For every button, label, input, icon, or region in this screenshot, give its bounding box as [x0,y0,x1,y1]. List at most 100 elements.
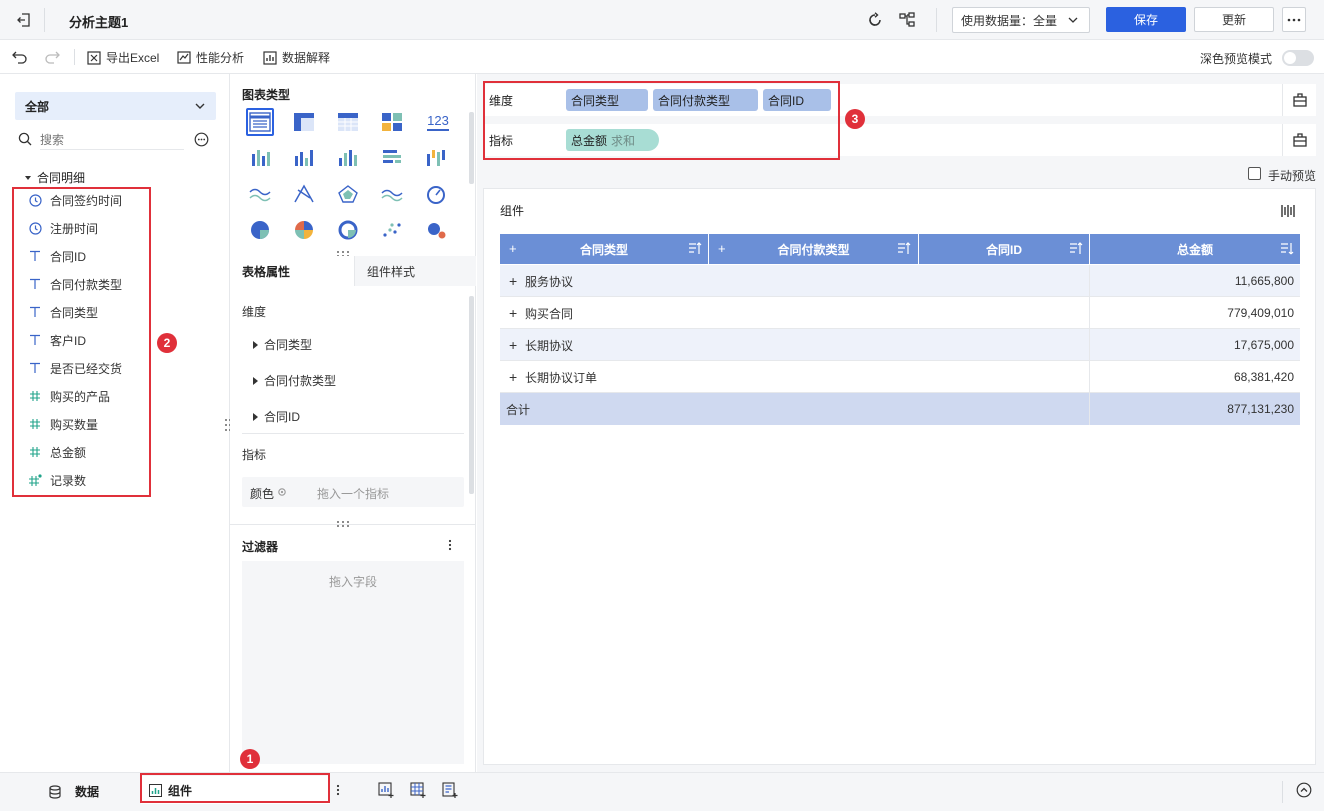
add-component-icon[interactable] [378,782,394,798]
vertical-more-icon[interactable] [448,539,452,551]
rose-chart-icon[interactable] [290,216,318,244]
scope-select[interactable]: 全部 [15,92,216,120]
expand-all-icon[interactable]: + [718,241,726,256]
line-chart-icon[interactable] [246,180,274,208]
detail-table-icon[interactable] [334,108,362,136]
dimension-item[interactable]: 合同付款类型 [252,372,336,389]
field-item[interactable]: 合同类型 [28,301,98,323]
dimension-settings-icon[interactable] [1292,92,1308,108]
total-label: 合计 [506,402,531,417]
donut-chart-icon[interactable] [334,216,362,244]
sort-icon[interactable] [1280,242,1294,255]
column-header[interactable]: 合同ID [919,234,1089,264]
redo-icon[interactable] [44,50,60,64]
dark-mode-toggle[interactable] [1282,50,1314,66]
divider [936,8,937,32]
expand-row-icon[interactable]: + [509,297,517,329]
expand-row-icon[interactable]: + [509,329,517,361]
add-dashboard-icon[interactable] [442,782,458,798]
column-chart-icon[interactable] [290,144,318,172]
field-group[interactable]: 合同明细 [24,169,85,186]
field-search-input[interactable] [40,130,184,150]
custom-chart-icon[interactable] [290,180,318,208]
field-item[interactable]: 客户ID [28,329,86,351]
data-volume-select[interactable]: 使用数据量：全量 [952,7,1090,33]
field-item[interactable]: 合同ID [28,245,86,267]
save-button[interactable]: 保存 [1106,7,1186,32]
dimension-section-title: 维度 [242,305,267,319]
dimension-item[interactable]: 合同ID [252,408,300,425]
text-type-icon [28,249,42,263]
metric-section-title: 指标 [242,448,267,462]
field-item[interactable]: 合同付款类型 [28,273,122,295]
update-button[interactable]: 更新 [1194,7,1274,32]
sort-icon[interactable] [688,242,702,255]
table-row[interactable]: + 长期协议订单 68,381,420 [500,361,1300,393]
collapse-up-icon[interactable] [1296,782,1312,798]
bar-column-chart-icon[interactable] [334,144,362,172]
undo-icon[interactable] [12,50,28,64]
field-item[interactable]: 合同签约时间 [28,189,122,211]
column-settings-icon[interactable] [1281,204,1295,218]
radar-chart-icon[interactable] [334,180,362,208]
column-header[interactable]: + 合同付款类型 [709,234,918,264]
tab-table-properties[interactable]: 表格属性 [230,256,354,287]
field-item[interactable]: 购买数量 [28,413,98,435]
field-item[interactable]: 注册时间 [28,217,98,239]
table-row[interactable]: + 购买合同 779,409,010 [500,297,1300,329]
performance-analysis-button[interactable]: 性能分析 [177,49,244,66]
manual-preview-checkbox[interactable] [1248,167,1261,180]
table-chart-icon[interactable] [246,108,274,136]
pivot-table-icon[interactable] [290,108,318,136]
exit-icon[interactable] [16,12,32,28]
bubble-chart-icon[interactable] [422,216,450,244]
table-row[interactable]: + 长期协议 17,675,000 [500,329,1300,361]
dimension-item-label: 合同付款类型 [264,374,337,388]
scrollbar[interactable] [469,296,474,494]
sort-icon[interactable] [1069,242,1083,255]
data-explain-button[interactable]: 数据解释 [263,49,330,66]
column-header[interactable]: + 合同类型 [500,234,708,264]
vertical-more-icon[interactable] [336,784,340,796]
component-tab[interactable]: 组件 [141,776,330,804]
field-item[interactable]: 购买的产品 [28,385,110,407]
row-amount-cell: 11,665,800 [1234,274,1294,288]
expand-all-icon[interactable]: + [509,241,517,256]
field-item[interactable]: 是否已经交货 [28,357,122,379]
dimension-item[interactable]: 合同类型 [252,336,312,353]
grouped-column-chart-icon[interactable] [246,144,274,172]
add-table-icon[interactable] [410,782,426,798]
data-tab[interactable]: 数据 [48,783,99,800]
dimension-pill[interactable]: 合同付款类型 [653,89,758,111]
table-row[interactable]: + 服务协议 11,665,800 [500,265,1300,297]
dimension-pill[interactable]: 合同ID [763,89,831,111]
tab-component-style[interactable]: 组件样式 [354,256,476,286]
scrollbar[interactable] [469,112,474,184]
column-header[interactable]: 总金额 [1090,234,1300,264]
refresh-icon[interactable] [866,11,884,29]
component-tab-label: 组件 [168,783,193,798]
field-item[interactable]: 记录数 [28,469,86,491]
area-chart-icon[interactable] [378,180,406,208]
more-options-icon[interactable] [194,132,209,147]
filter-drop-zone[interactable]: 拖入字段 [242,561,464,764]
field-item[interactable]: 总金额 [28,441,86,463]
expand-row-icon[interactable]: + [509,361,517,393]
column-header-label: 总金额 [1176,242,1213,257]
pie-chart-icon[interactable] [246,216,274,244]
gauge-chart-icon[interactable] [422,180,450,208]
color-metric-row[interactable]: 颜色 拖入一个指标 [242,477,464,507]
sort-icon[interactable] [897,242,911,255]
scatter-chart-icon[interactable] [378,216,406,244]
lineage-icon[interactable] [898,11,916,29]
more-button[interactable] [1282,7,1306,32]
horizontal-bar-chart-icon[interactable] [378,144,406,172]
metric-pill[interactable]: 总金额 求和 [566,129,659,151]
export-excel-button[interactable]: 导出Excel [87,49,159,66]
number-chart-icon[interactable]: 123 [422,108,454,136]
dimension-pill[interactable]: 合同类型 [566,89,648,111]
stacked-column-chart-icon[interactable] [422,144,450,172]
expand-row-icon[interactable]: + [509,265,517,297]
metric-settings-icon[interactable] [1292,132,1308,148]
kpi-card-icon[interactable] [378,108,406,136]
